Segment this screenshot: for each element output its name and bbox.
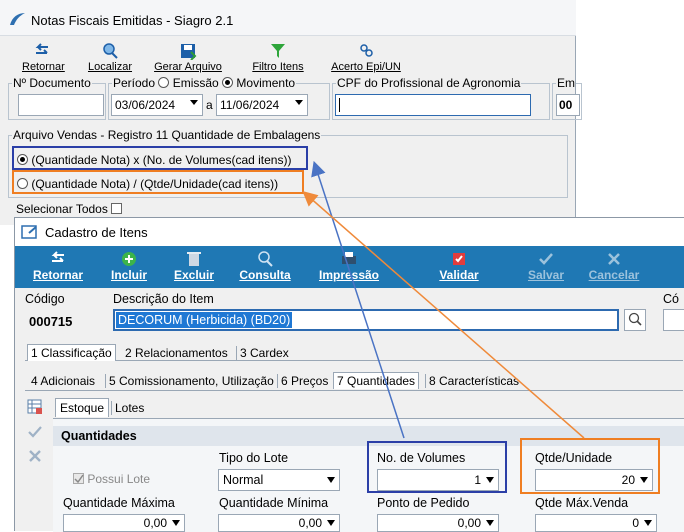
subtab-estoque[interactable]: Estoque (55, 398, 110, 417)
check-icon (539, 253, 553, 265)
filtro-itens-button[interactable]: Filtro Itens (244, 42, 312, 73)
tab-classificacao[interactable]: 1 Classificação (27, 344, 116, 361)
app-window-icon (21, 225, 37, 239)
selecionar-todos-checkbox[interactable] (111, 203, 123, 214)
qtd-max-input[interactable]: 0,00 (63, 514, 185, 532)
ponto-pedido-input[interactable]: 0,00 (377, 514, 499, 532)
descricao-search-button[interactable] (624, 309, 646, 331)
excluir-button[interactable]: Excluir (171, 250, 217, 282)
chevron-down-icon (327, 477, 335, 483)
date-to-picker[interactable]: 11/06/2024 (216, 94, 308, 116)
qtd-min-label: Quantidade Mínima (219, 496, 329, 510)
cancelar-button[interactable]: Cancelar (585, 250, 643, 282)
check-icon (74, 474, 84, 484)
validar-button[interactable]: Validar (435, 250, 483, 282)
descricao-input[interactable]: DECORUM (Herbicida) (BD20) (113, 309, 619, 331)
impressao-button[interactable]: Impressão (313, 250, 385, 282)
printer-icon (342, 252, 356, 264)
chevron-down-icon (172, 520, 180, 526)
text-cursor (339, 98, 340, 112)
emissao-radio[interactable] (158, 77, 170, 88)
tab-caracteristicas[interactable]: 8 Características (425, 374, 519, 388)
co-input[interactable] (663, 309, 684, 331)
highlight-no-volumes (367, 441, 507, 493)
movimento-radio[interactable] (222, 77, 234, 88)
subtab-lotes[interactable]: Lotes (111, 401, 144, 415)
co-label: Có (663, 292, 679, 306)
incluir-button[interactable]: Incluir (107, 250, 151, 282)
chevron-down-icon (327, 520, 335, 526)
chevron-down-icon (295, 100, 303, 105)
cadastro-toolbar: Retornar Incluir Excluir Consulta Impres… (15, 246, 684, 288)
tipo-lote-label: Tipo do Lote (219, 451, 289, 465)
search-icon (103, 43, 118, 59)
close-icon[interactable] (27, 448, 43, 464)
selecionar-todos[interactable]: Selecionar Todos (16, 202, 123, 216)
plus-icon (122, 252, 136, 266)
highlight-qtde-unidade (520, 438, 660, 494)
tab-row2-line (25, 390, 683, 391)
qtd-max-label: Quantidade Máxima (63, 496, 175, 510)
tab-relacionamentos[interactable]: 2 Relacionamentos (125, 346, 228, 360)
tab-quantidades[interactable]: 7 Quantidades (333, 372, 420, 389)
tipo-lote-select[interactable]: Normal (218, 469, 340, 491)
search-icon (258, 251, 273, 267)
grid-icon[interactable] (27, 399, 43, 415)
tab-adicionais[interactable]: 4 Adicionais (31, 374, 95, 388)
chevron-down-icon (190, 100, 198, 105)
qtde-max-venda-input[interactable]: 0 (535, 514, 657, 532)
cadastro-itens-titlebar: Cadastro de Itens (15, 218, 684, 246)
localizar-button[interactable]: Localizar (84, 42, 136, 73)
back-arrow-icon (51, 251, 64, 262)
qtde-max-venda-label: Qtde Máx.Venda (535, 496, 629, 510)
codigo-label: Código (25, 292, 65, 306)
back-arrow-icon (35, 43, 48, 54)
trash-icon (187, 252, 201, 266)
filter-icon (271, 44, 285, 58)
cpf-input[interactable] (335, 94, 531, 116)
notas-fiscais-titlebar: Notas Fiscais Emitidas - Siagro 2.1 (0, 0, 576, 36)
possui-lote-checkbox[interactable] (73, 473, 84, 484)
gerar-arquivo-button[interactable]: Gerar Arquivo (150, 42, 226, 73)
save-icon (181, 44, 197, 60)
descricao-label: Descrição do Item (113, 292, 214, 306)
consulta-button[interactable]: Consulta (235, 250, 295, 282)
window-title: Notas Fiscais Emitidas - Siagro 2.1 (31, 13, 234, 28)
chevron-down-icon (644, 520, 652, 526)
app-logo-icon (10, 13, 25, 25)
search-icon (628, 312, 642, 326)
qtd-min-input[interactable]: 0,00 (218, 514, 340, 532)
acerto-epi-button[interactable]: Acerto Epi/UN (325, 42, 407, 73)
documento-input[interactable] (18, 94, 104, 116)
tab-cardex[interactable]: 3 Cardex (236, 346, 289, 360)
tab-comissionamento[interactable]: 5 Comissionamento, Utilização (105, 374, 274, 388)
date-from-picker[interactable]: 03/06/2024 (111, 94, 203, 116)
retornar-button[interactable]: Retornar (22, 42, 65, 73)
retornar-button[interactable]: Retornar (29, 250, 87, 282)
cancel-icon (608, 253, 620, 265)
codigo-value: 000715 (29, 314, 73, 329)
em-input[interactable]: 00 (556, 94, 580, 116)
highlight-option2 (12, 170, 304, 194)
ponto-pedido-label: Ponto de Pedido (377, 496, 470, 510)
highlight-option1 (12, 146, 308, 170)
link-icon (360, 44, 373, 57)
salvar-button[interactable]: Salvar (523, 250, 569, 282)
check-icon[interactable] (27, 424, 43, 440)
tab-row1-line (25, 360, 683, 361)
chevron-down-icon (486, 520, 494, 526)
tab-precos[interactable]: 6 Preços (277, 374, 328, 388)
validate-icon (453, 253, 465, 265)
possui-lote[interactable]: Possui Lote (73, 472, 150, 486)
